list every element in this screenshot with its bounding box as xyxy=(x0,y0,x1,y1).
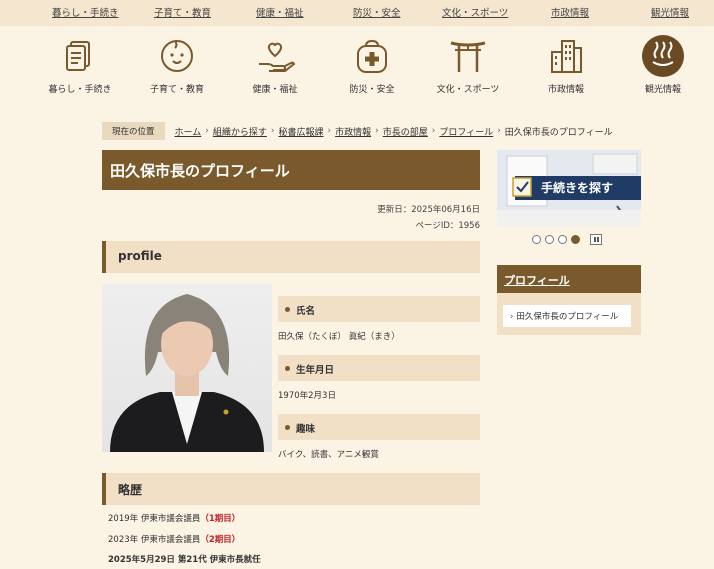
field-label-birthdate: 生年月日 xyxy=(278,355,480,381)
history-text: 2025年5月29日 第21代 伊東市長就任 xyxy=(108,555,261,565)
iconnav-shisei[interactable]: 市政情報 xyxy=(526,34,606,95)
chevron-right-icon: › xyxy=(510,312,514,322)
history-text: 2023年 伊東市議会議員 xyxy=(108,535,201,545)
breadcrumb-badge: 現在の位置 xyxy=(102,122,165,140)
side-nav-title[interactable]: プロフィール xyxy=(497,265,641,293)
pause-icon[interactable] xyxy=(590,234,602,245)
field-value-name: 田久保（たくぼ） 眞紀（まき） xyxy=(278,332,400,342)
torii-gate-icon xyxy=(450,41,486,72)
side-nav-link-label: 田久保市長のプロフィール xyxy=(516,312,619,322)
pencil-check-icon xyxy=(512,177,532,197)
carousel-dot[interactable] xyxy=(532,235,541,244)
document-icon xyxy=(66,41,90,71)
breadcrumb-link[interactable]: 秘書広報課 xyxy=(278,125,323,138)
iconnav-label: 防災・安全 xyxy=(349,85,395,95)
breadcrumb-link[interactable]: 市長の部屋 xyxy=(383,125,428,138)
field-label-hobby: 趣味 xyxy=(278,414,480,440)
page-title: 田久保市長のプロフィール xyxy=(102,150,480,190)
banner-text: 手続きを探す xyxy=(541,181,614,195)
breadcrumb-chevron-icon: › xyxy=(205,126,209,136)
iconnav-kosodate[interactable]: 子育て・教育 xyxy=(137,34,217,95)
profile-section-heading: profile xyxy=(102,241,480,273)
iconnav-kenko[interactable]: 健康・福祉 xyxy=(235,34,315,95)
breadcrumb-link[interactable]: プロフィール xyxy=(439,125,493,138)
iconnav-bunka[interactable]: 文化・スポーツ xyxy=(428,34,508,95)
topnav-shisei[interactable]: 市政情報 xyxy=(551,5,589,19)
baby-face-icon xyxy=(161,40,193,72)
iconnav-kurashi[interactable]: 暮らし・手続き xyxy=(40,34,120,95)
history-section-heading: 略歴 xyxy=(102,473,480,505)
icon-navigation: 暮らし・手続き 子育て・教育 健康・福祉 防災・安全 文化・スポーツ 市政情報 … xyxy=(0,26,714,100)
carousel-dot[interactable] xyxy=(545,235,554,244)
iconnav-label: 文化・スポーツ xyxy=(436,85,500,95)
history-text: 2019年 伊東市議会議員 xyxy=(108,514,201,524)
breadcrumb-link[interactable]: 市政情報 xyxy=(335,125,371,138)
history-item: 2019年 伊東市議会議員（1期目） xyxy=(108,512,240,524)
iconnav-label: 健康・福祉 xyxy=(252,85,298,95)
breadcrumb-chevron-icon: › xyxy=(327,126,332,136)
city-building-icon xyxy=(551,40,582,73)
iconnav-label: 暮らし・手続き xyxy=(48,85,112,95)
history-term-tag: （1期目） xyxy=(200,514,241,524)
breadcrumb: 現在の位置 ホーム › 組織から探す › 秘書広報課 › 市政情報 › 市長の部屋 › プ… xyxy=(102,122,613,140)
breadcrumb-chevron-icon: › xyxy=(497,126,501,136)
breadcrumb-chevron-icon: › xyxy=(270,126,275,136)
top-navigation: 暮らし・手続き 子育て・教育 健康・福祉 防災・安全 文化・スポーツ 市政情報 … xyxy=(0,0,714,26)
topnav-kanko[interactable]: 観光情報 xyxy=(651,5,689,19)
emergency-bag-icon xyxy=(357,39,387,73)
carousel-indicators xyxy=(532,234,602,245)
carousel-dot-active[interactable] xyxy=(571,235,580,244)
heart-hand-icon xyxy=(259,42,296,72)
field-label-name: 氏名 xyxy=(278,296,480,322)
iconnav-kanko[interactable]: 観光情報 xyxy=(623,34,703,95)
side-nav-link[interactable]: › 田久保市長のプロフィール xyxy=(503,305,631,327)
topnav-bunka[interactable]: 文化・スポーツ xyxy=(442,5,508,19)
iconnav-label: 市政情報 xyxy=(547,85,584,95)
breadcrumb-chevron-icon: › xyxy=(431,126,436,136)
carousel-dot[interactable] xyxy=(558,235,567,244)
history-item: 2025年5月29日 第21代 伊東市長就任 xyxy=(108,553,261,565)
portrait-illustration xyxy=(110,294,264,452)
field-value-hobby: バイク、読書、アニメ観賞 xyxy=(278,450,379,460)
iconnav-bousai[interactable]: 防災・安全 xyxy=(332,34,412,95)
history-item: 2023年 伊東市議会議員（2期目） xyxy=(108,533,240,545)
procedure-search-banner[interactable]: 手続きを探す xyxy=(497,150,641,226)
field-value-birthdate: 1970年2月3日 xyxy=(278,391,336,401)
topnav-kenko[interactable]: 健康・福祉 xyxy=(256,5,304,19)
breadcrumb-link[interactable]: 組織から探す xyxy=(213,125,267,138)
side-navigation: プロフィール › 田久保市長のプロフィール xyxy=(497,265,641,335)
topnav-kurashi[interactable]: 暮らし・手続き xyxy=(52,5,119,19)
breadcrumb-current: 田久保市長のプロフィール xyxy=(504,127,613,138)
iconnav-label: 子育て・教育 xyxy=(149,85,204,95)
breadcrumb-chevron-icon: › xyxy=(375,126,379,136)
updated-date: 更新日：2025年06月16日 xyxy=(377,205,480,215)
page-id: ページID：1956 xyxy=(415,221,480,231)
hot-spring-icon xyxy=(642,35,684,77)
mayor-portrait xyxy=(102,284,272,452)
topnav-kosodate[interactable]: 子育て・教育 xyxy=(154,5,211,19)
iconnav-label: 観光情報 xyxy=(644,85,681,95)
history-term-tag: （2期目） xyxy=(200,535,241,545)
topnav-bousai[interactable]: 防災・安全 xyxy=(353,5,401,19)
breadcrumb-link[interactable]: ホーム xyxy=(175,125,202,138)
